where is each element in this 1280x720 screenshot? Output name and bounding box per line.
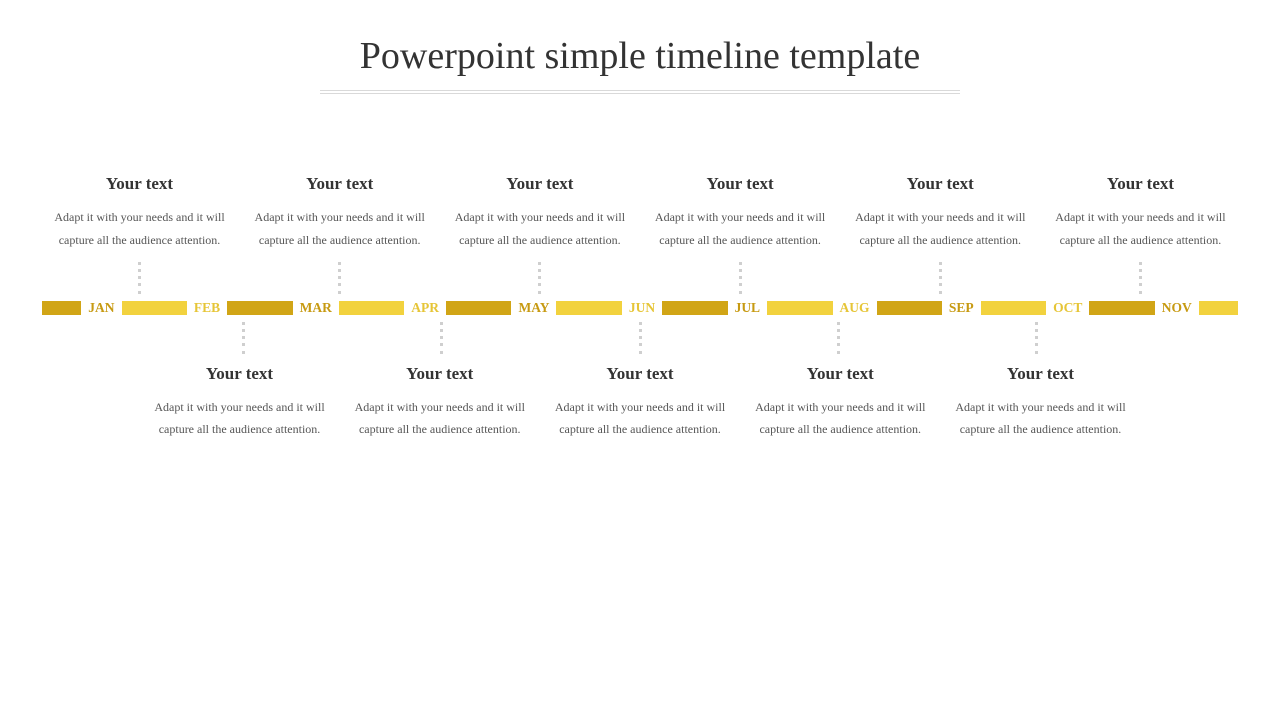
connector-dots [440,322,443,354]
card-heading: Your text [42,174,237,194]
connector-dots [639,322,642,354]
card-bottom-0: Your text Adapt it with your needs and i… [142,364,337,442]
timeline-bar: JAN FEB MAR APR MAY JUN JUL AUG SEP OCT … [42,298,1238,318]
month-label-aug: AUG [833,300,877,316]
card-body: Adapt it with your needs and it will cap… [342,396,537,442]
timeline-segment [1089,301,1154,315]
card-top-0: Your text Adapt it with your needs and i… [42,174,237,252]
card-heading: Your text [1043,174,1238,194]
timeline-segment [122,301,187,315]
card-heading: Your text [442,174,637,194]
timeline-segment [227,301,292,315]
month-label-oct: OCT [1046,300,1089,316]
card-bottom-4: Your text Adapt it with your needs and i… [943,364,1138,442]
slide: Powerpoint simple timeline template Your… [0,0,1280,720]
month-label-jul: JUL [728,300,768,316]
card-body: Adapt it with your needs and it will cap… [442,206,637,252]
slide-content: Your text Adapt it with your needs and i… [20,174,1260,441]
connector-dots [242,322,245,354]
timeline-segment [556,301,621,315]
connector-dots [939,262,942,294]
connector-dots [138,262,141,294]
card-heading: Your text [943,364,1138,384]
timeline-segment [339,301,404,315]
card-top-1: Your text Adapt it with your needs and i… [242,174,437,252]
card-top-5: Your text Adapt it with your needs and i… [1043,174,1238,252]
card-heading: Your text [342,364,537,384]
slide-title: Powerpoint simple timeline template [20,34,1260,78]
connector-dots [739,262,742,294]
timeline-segment [1199,301,1238,315]
card-body: Adapt it with your needs and it will cap… [142,396,337,442]
card-heading: Your text [743,364,938,384]
timeline-segment [662,301,727,315]
month-label-jun: JUN [622,300,662,316]
connector-dots [1035,322,1038,354]
month-label-mar: MAR [293,300,339,316]
connectors-bottom [42,322,1238,354]
month-label-nov: NOV [1155,300,1199,316]
month-label-apr: APR [404,300,446,316]
card-top-2: Your text Adapt it with your needs and i… [442,174,637,252]
card-bottom-1: Your text Adapt it with your needs and i… [342,364,537,442]
timeline-segment [446,301,511,315]
card-heading: Your text [643,174,838,194]
timeline-segment [42,301,81,315]
month-label-sep: SEP [942,300,981,316]
card-bottom-2: Your text Adapt it with your needs and i… [543,364,738,442]
card-heading: Your text [543,364,738,384]
card-body: Adapt it with your needs and it will cap… [543,396,738,442]
card-body: Adapt it with your needs and it will cap… [843,206,1038,252]
card-body: Adapt it with your needs and it will cap… [42,206,237,252]
card-body: Adapt it with your needs and it will cap… [743,396,938,442]
connector-dots [1139,262,1142,294]
timeline-segment [981,301,1046,315]
card-body: Adapt it with your needs and it will cap… [242,206,437,252]
card-top-3: Your text Adapt it with your needs and i… [643,174,838,252]
bottom-row: Your text Adapt it with your needs and i… [42,364,1238,442]
card-body: Adapt it with your needs and it will cap… [643,206,838,252]
card-heading: Your text [142,364,337,384]
card-heading: Your text [242,174,437,194]
month-label-jan: JAN [81,300,121,316]
connector-dots [538,262,541,294]
month-label-may: MAY [511,300,556,316]
timeline-segment [877,301,942,315]
connector-dots [338,262,341,294]
connector-dots [837,322,840,354]
connectors-top [42,262,1238,294]
card-body: Adapt it with your needs and it will cap… [1043,206,1238,252]
top-row: Your text Adapt it with your needs and i… [42,174,1238,252]
title-underline [320,90,960,94]
card-heading: Your text [843,174,1038,194]
timeline-segment [767,301,832,315]
month-label-feb: FEB [187,300,227,316]
card-body: Adapt it with your needs and it will cap… [943,396,1138,442]
card-top-4: Your text Adapt it with your needs and i… [843,174,1038,252]
card-bottom-3: Your text Adapt it with your needs and i… [743,364,938,442]
